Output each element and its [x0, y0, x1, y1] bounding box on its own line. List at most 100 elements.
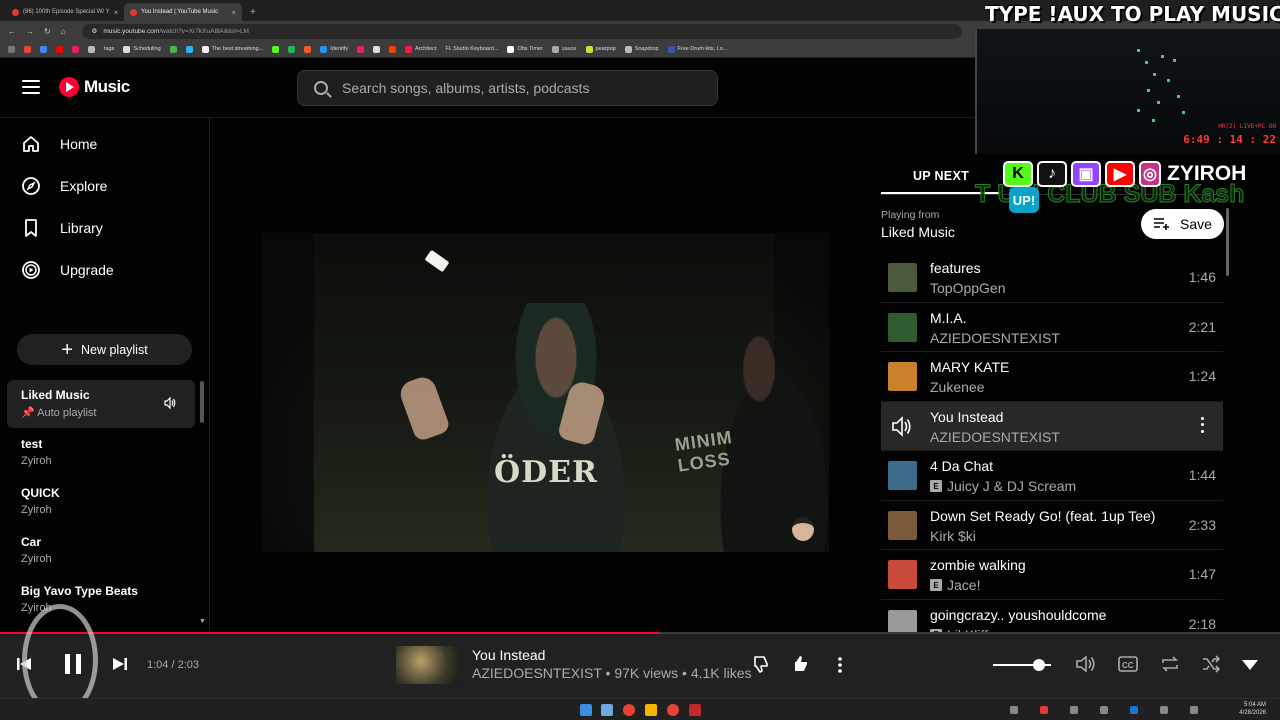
queue-item-artist[interactable]: Zukenee: [930, 379, 984, 395]
queue-item[interactable]: You Instead AZIEDOESNTEXIST: [881, 401, 1223, 451]
url-field[interactable]: ⚙ music.youtube.com/watch?v=Xr7kXuA8lA&l…: [81, 23, 962, 39]
tray-icon[interactable]: [1070, 706, 1078, 714]
home-browser-icon[interactable]: ⌂: [61, 27, 66, 36]
tray-icon[interactable]: [1130, 706, 1138, 714]
now-playing-volume-icon[interactable]: [163, 396, 177, 415]
sidebar-item-library[interactable]: Library: [20, 210, 195, 246]
gmail-icon[interactable]: [24, 45, 31, 53]
bookmark-icon[interactable]: [88, 45, 95, 53]
bookmark-pearpop[interactable]: pearpop: [585, 45, 616, 53]
more-options-icon[interactable]: [1201, 416, 1205, 433]
browser-tab-2[interactable]: You Instead | YouTube Music ×: [124, 3, 242, 21]
captions-icon[interactable]: CC: [1118, 655, 1138, 678]
new-playlist-button[interactable]: + New playlist: [17, 334, 192, 365]
bookmark-snapdrop[interactable]: Snapdrop: [624, 45, 659, 53]
file-explorer-icon[interactable]: [645, 704, 657, 716]
expand-player-icon[interactable]: [1241, 658, 1259, 676]
like-icon[interactable]: [791, 654, 811, 679]
video-player[interactable]: ÖDER MINIM LOSS: [262, 233, 829, 552]
search-icon[interactable]: [314, 81, 328, 95]
browser-tab-1[interactable]: (86) 100th Episode Special W/ Y ×: [6, 3, 124, 21]
task-view-icon[interactable]: [601, 704, 613, 716]
bookmark-icon[interactable]: [304, 45, 312, 53]
now-playing-volume-icon[interactable]: [888, 412, 917, 441]
reload-icon[interactable]: ↻: [44, 27, 51, 36]
queue-item-artist[interactable]: TopOppGen: [930, 280, 1006, 296]
sidebar-scrollbar[interactable]: [200, 381, 204, 423]
sidebar-item-upgrade[interactable]: Upgrade: [20, 252, 195, 288]
queue-item-artist[interactable]: Jace!: [947, 577, 980, 593]
chrome-icon[interactable]: [623, 704, 635, 716]
tray-icon[interactable]: [1160, 706, 1168, 714]
queue-thumbnail[interactable]: [888, 263, 917, 292]
bookmark-scheduling[interactable]: Scheduling: [123, 45, 161, 53]
sidebar-item-home[interactable]: Home: [20, 126, 195, 162]
kick-bookmark-icon[interactable]: [272, 45, 280, 53]
start-menu-icon[interactable]: [580, 704, 592, 716]
scroll-down-icon[interactable]: ▼: [199, 618, 206, 625]
dislike-icon[interactable]: [751, 654, 771, 679]
spotify-bookmark-icon[interactable]: [288, 45, 296, 53]
queue-item[interactable]: MARY KATE Zukenee 1:24: [881, 352, 1223, 402]
close-tab-icon[interactable]: ×: [231, 8, 236, 17]
chrome-profile-icon[interactable]: [667, 704, 679, 716]
queue-item[interactable]: zombie walking E Jace! 1:47: [881, 550, 1223, 600]
bookmark-icon[interactable]: [185, 45, 193, 53]
playlist-item-quick[interactable]: QUICK Zyiroh: [7, 478, 195, 526]
bookmark-identify[interactable]: Identify: [320, 45, 348, 53]
bookmark-streaming[interactable]: The best streaming...: [201, 45, 263, 53]
queue-item-artist[interactable]: Kirk $ki: [930, 528, 976, 544]
shuffle-icon[interactable]: [1201, 655, 1221, 678]
youtube-music-logo[interactable]: Music: [59, 77, 130, 97]
tray-icon[interactable]: [1010, 706, 1018, 714]
tray-icon[interactable]: [1190, 706, 1198, 714]
bookmark-icon[interactable]: [40, 45, 47, 53]
tray-icon[interactable]: [1100, 706, 1108, 714]
site-info-icon[interactable]: ⚙: [92, 27, 98, 35]
queue-item-artist[interactable]: AZIEDOESNTEXIST: [930, 330, 1060, 346]
queue-thumbnail[interactable]: [888, 312, 917, 342]
queue-thumbnail[interactable]: [888, 461, 917, 490]
queue-thumbnail[interactable]: [888, 362, 917, 391]
queue-thumbnail[interactable]: [888, 560, 917, 589]
tray-icon[interactable]: [1040, 706, 1048, 714]
youtube-bookmark-icon[interactable]: [56, 45, 63, 53]
queue-item-artist[interactable]: Juicy J & DJ Scream: [947, 478, 1076, 494]
x-bookmark-icon[interactable]: [373, 45, 381, 53]
queue-item[interactable]: goingcrazy.. youshouldcomeELil Kliff2:18: [881, 600, 1223, 633]
hamburger-menu-icon[interactable]: [22, 80, 40, 94]
volume-slider-knob[interactable]: [1033, 659, 1045, 671]
sidebar-item-explore[interactable]: Explore: [20, 168, 195, 204]
queue-item[interactable]: features TopOppGen 1:46: [881, 253, 1223, 303]
bookmark-fl-studio[interactable]: FL Studio Keyboard...: [445, 46, 498, 52]
playlist-item-liked-music[interactable]: Liked Music 📌 Auto playlist: [7, 380, 195, 428]
bookmark-icon[interactable]: [169, 45, 177, 53]
playing-from-name[interactable]: Liked Music: [881, 224, 955, 240]
now-playing-thumbnail[interactable]: [396, 646, 458, 684]
system-clock[interactable]: 5:04 AM 4/28/2026: [1239, 701, 1266, 717]
bookmark-icon[interactable]: [72, 45, 79, 53]
apps-icon[interactable]: [8, 45, 15, 53]
bookmark-tags[interactable]: tags: [104, 46, 114, 52]
instagram-bookmark-icon[interactable]: [357, 45, 365, 53]
next-icon[interactable]: [112, 656, 128, 677]
queue-item[interactable]: Down Set Ready Go! (feat. 1up Tee) Kirk $…: [881, 501, 1223, 550]
forward-icon[interactable]: →: [26, 27, 34, 36]
save-button[interactable]: Save: [1141, 209, 1224, 239]
bookmark-architect[interactable]: Architect: [405, 45, 436, 53]
back-icon[interactable]: ←: [8, 27, 16, 36]
bookmark-drum-kits[interactable]: Free Drum kits, Lo...: [667, 45, 727, 53]
bookmark-sauce[interactable]: sauce: [551, 45, 577, 53]
queue-thumbnail[interactable]: [888, 510, 917, 540]
queue-thumbnail[interactable]: [888, 609, 917, 633]
search-box[interactable]: [297, 70, 718, 106]
bookmark-icon[interactable]: [389, 45, 397, 53]
playlist-item-car[interactable]: Car Zyiroh: [7, 527, 195, 575]
queue-item[interactable]: M.I.A. AZIEDOESNTEXIST 2:21: [881, 303, 1223, 352]
repeat-icon[interactable]: [1160, 655, 1180, 678]
queue-scrollbar[interactable]: [1226, 208, 1229, 276]
bookmark-obs-timer[interactable]: Obs Timer: [507, 45, 543, 53]
new-tab-button[interactable]: +: [242, 7, 264, 21]
more-options-icon[interactable]: [837, 656, 843, 679]
queue-item[interactable]: 4 Da Chat E Juicy J & DJ Scream 1:44: [881, 451, 1223, 501]
